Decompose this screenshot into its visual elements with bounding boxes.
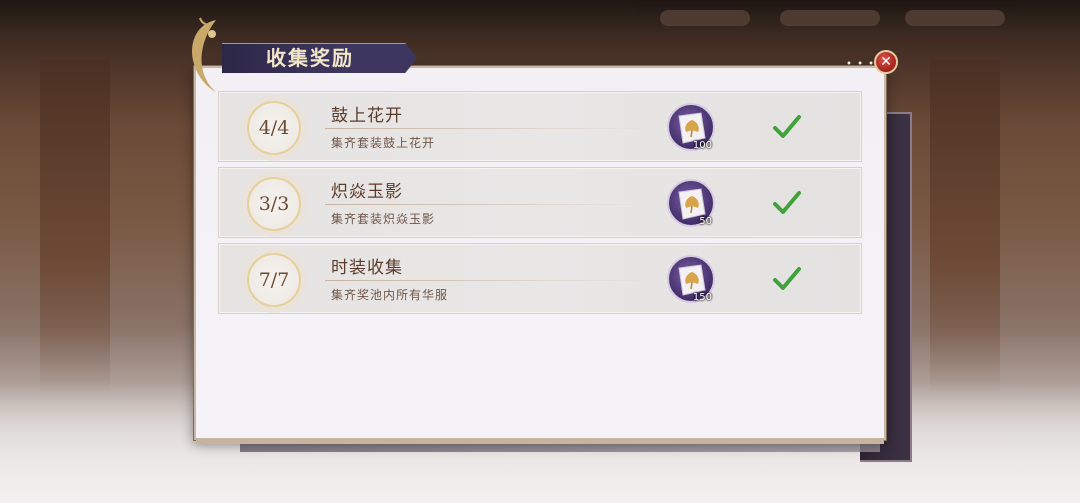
collection-row: 7/7 时装收集 集齐奖池内所有华服 150 <box>218 243 862 314</box>
reward-item[interactable]: 50 <box>667 179 715 227</box>
dialog-title: 收集奖励 <box>266 46 354 70</box>
close-button[interactable]: ✕ <box>874 50 898 74</box>
collection-row: 3/3 炽焱玉影 集齐套装炽焱玉影 50 <box>218 167 862 238</box>
background-top-bar <box>0 0 1080 36</box>
checkmark-icon <box>773 115 801 138</box>
progress-indicator: 7/7 <box>247 253 301 307</box>
reward-count: 50 <box>699 216 712 227</box>
row-description: 集齐套装鼓上花开 <box>331 136 436 150</box>
progress-indicator: 4/4 <box>247 101 301 155</box>
background-pillar <box>40 60 110 390</box>
row-title: 时装收集 <box>331 258 403 278</box>
checkmark-icon <box>773 267 801 290</box>
row-divider <box>325 128 655 129</box>
row-description: 集齐套装炽焱玉影 <box>331 212 436 226</box>
reward-item[interactable]: 100 <box>667 103 715 151</box>
background-pillar <box>930 60 1000 390</box>
reward-count: 150 <box>692 292 712 303</box>
checkmark-icon <box>773 191 801 214</box>
reward-count: 100 <box>692 140 712 151</box>
row-divider <box>325 204 655 205</box>
reward-item[interactable]: 150 <box>667 255 715 303</box>
row-divider <box>325 280 655 281</box>
collection-row: 4/4 鼓上花开 集齐套装鼓上花开 100 <box>218 91 862 162</box>
progress-indicator: 3/3 <box>247 177 301 231</box>
row-title: 鼓上花开 <box>331 106 403 126</box>
row-title: 炽焱玉影 <box>331 182 403 202</box>
close-icon: ✕ <box>880 54 892 70</box>
row-description: 集齐奖池内所有华服 <box>331 288 449 302</box>
